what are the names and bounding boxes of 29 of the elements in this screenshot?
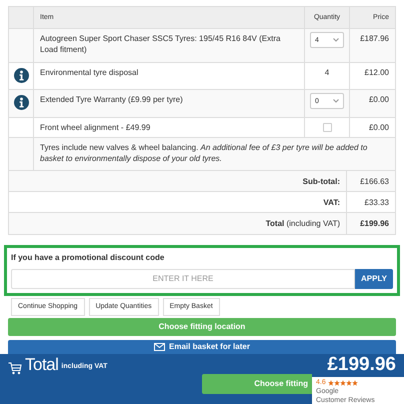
chevron-icon — [333, 99, 339, 103]
item-name: Environmental tyre disposal — [40, 68, 138, 77]
total-value: £199.96 — [360, 218, 389, 229]
quantity-text: 4 — [324, 67, 330, 79]
note-text: Tyres include new valves & wheel balancing. An additional fee of £3 per tyre will be added to basket to environmentally dispose of your old tyres. — [40, 142, 368, 164]
item-name: Front wheel alignment - £49.99 — [40, 123, 150, 132]
total-value: £33.33 — [364, 196, 389, 208]
chevron-icon — [333, 38, 339, 42]
total-label: VAT: — [323, 196, 340, 208]
item-name: Autogreen Super Sport Chaser SSC5 Tyres: 195/45 R16 84V (Extra Load fitment) — [40, 34, 280, 54]
info-icon[interactable] — [14, 95, 28, 110]
price: £12.00 — [364, 67, 389, 79]
checkbox[interactable] — [322, 123, 332, 132]
envelope-icon — [154, 343, 166, 351]
email-basket-button[interactable]: Email basket for later — [8, 340, 396, 354]
promo-code-field[interactable]: ENTER IT HERE — [11, 269, 355, 289]
total-value: £166.63 — [360, 176, 389, 186]
total-label: Total (including VAT) — [266, 218, 340, 229]
price: £187.96 — [360, 33, 389, 45]
info-icon[interactable] — [14, 68, 28, 83]
price: £0.00 — [368, 122, 389, 134]
item-name: Extended Tyre Warranty (£9.99 per tyre) — [40, 95, 183, 104]
cart-icon — [8, 362, 22, 375]
total-label: Total — [25, 355, 58, 375]
total-amount: £199.96 — [327, 355, 396, 375]
apply-button[interactable]: APPLY — [355, 269, 393, 289]
total-label: Sub-total: — [302, 176, 340, 186]
promo-title: If you have a promotional discount code — [11, 252, 166, 264]
price: £0.00 — [368, 94, 389, 106]
